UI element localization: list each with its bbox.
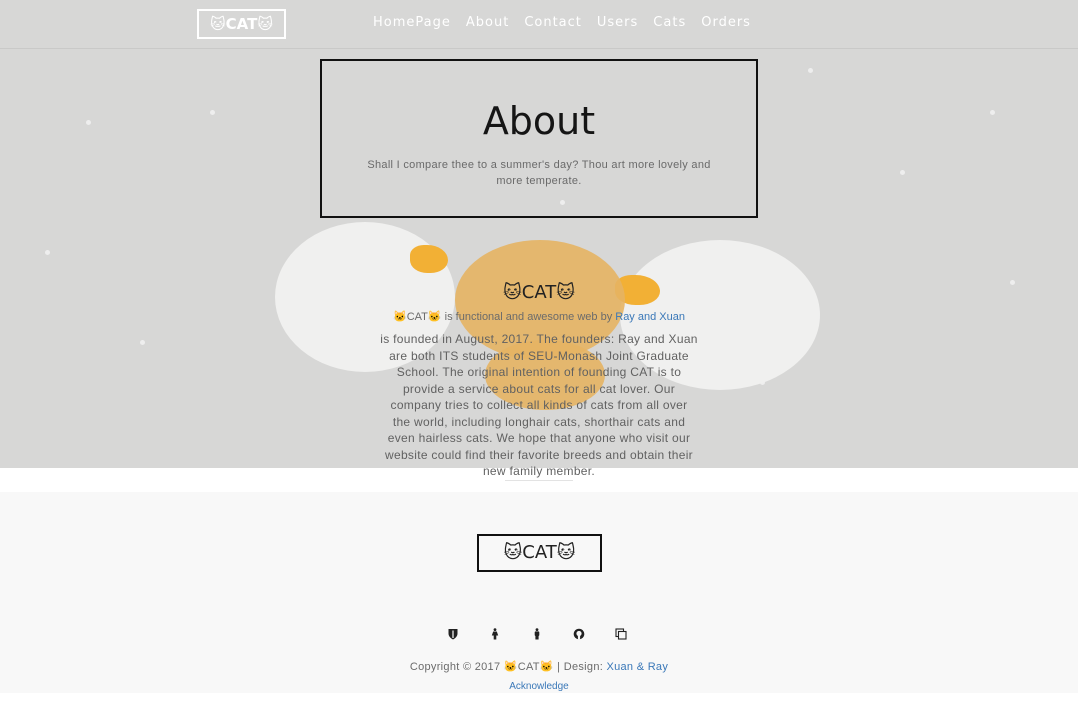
snowflake — [900, 170, 905, 175]
acknowledge-link[interactable]: Acknowledge — [509, 681, 568, 692]
page-subtitle: Shall I compare thee to a summer's day? … — [367, 159, 711, 187]
male-icon — [534, 628, 540, 640]
company-heading: 🐱CAT🐱 — [502, 282, 575, 303]
snowflake — [86, 120, 91, 125]
nav-link-homepage[interactable]: HomePage — [373, 15, 451, 30]
design-credit-link[interactable]: Xuan & Ray — [606, 661, 668, 673]
snowflake — [140, 340, 145, 345]
footer-logo[interactable]: 🐱CAT🐱 — [477, 534, 602, 572]
nav-link-users[interactable]: Users — [597, 15, 638, 30]
page-title: About — [482, 99, 596, 143]
nav-link-orders[interactable]: Orders — [701, 15, 751, 30]
acknowledge-row: Acknowledge — [0, 681, 1078, 692]
snowflake — [808, 68, 813, 73]
nav-link-contact[interactable]: Contact — [524, 15, 582, 30]
site-logo[interactable]: 🐱CAT🐱 — [197, 9, 286, 39]
tagline-text: is functional and awesome web by — [441, 311, 616, 323]
tagline-brand: 🐱CAT🐱 — [393, 311, 442, 323]
section-divider — [505, 480, 573, 481]
authors-link[interactable]: Ray and Xuan — [615, 311, 685, 323]
copyright-text: Copyright © 2017 🐱CAT🐱 | Design: — [409, 661, 607, 673]
snowflake — [210, 110, 215, 115]
copy-icon — [615, 628, 627, 640]
nav-menu: HomePage About Contact Users Cats Orders — [373, 15, 766, 30]
top-navbar: 🐱CAT🐱 HomePage About Contact Users Cats … — [0, 0, 1078, 49]
female-icon — [491, 628, 499, 640]
footer: 🐱CAT🐱 Copyright © 2017 🐱CAT🐱 | Design: X… — [0, 492, 1078, 693]
shield-icon — [448, 629, 458, 640]
social-link-copy[interactable] — [615, 628, 657, 642]
social-link-shield[interactable] — [447, 628, 489, 642]
about-header-box: About Shall I compare thee to a summer's… — [320, 59, 758, 218]
company-tagline: 🐱CAT🐱 is functional and awesome web by R… — [0, 310, 1078, 323]
nav-link-cats[interactable]: Cats — [653, 15, 686, 30]
social-link-github[interactable] — [573, 628, 615, 642]
github-icon — [573, 628, 585, 640]
nav-link-about[interactable]: About — [466, 15, 509, 30]
duck-beak — [410, 245, 448, 273]
copyright-line: Copyright © 2017 🐱CAT🐱 | Design: Xuan & … — [0, 660, 1078, 673]
social-link-female[interactable] — [489, 628, 531, 642]
social-links — [447, 628, 657, 642]
snowflake — [990, 110, 995, 115]
social-link-male[interactable] — [531, 628, 573, 642]
snowflake — [45, 250, 50, 255]
company-description: is founded in August, 2017. The founders… — [380, 332, 698, 478]
